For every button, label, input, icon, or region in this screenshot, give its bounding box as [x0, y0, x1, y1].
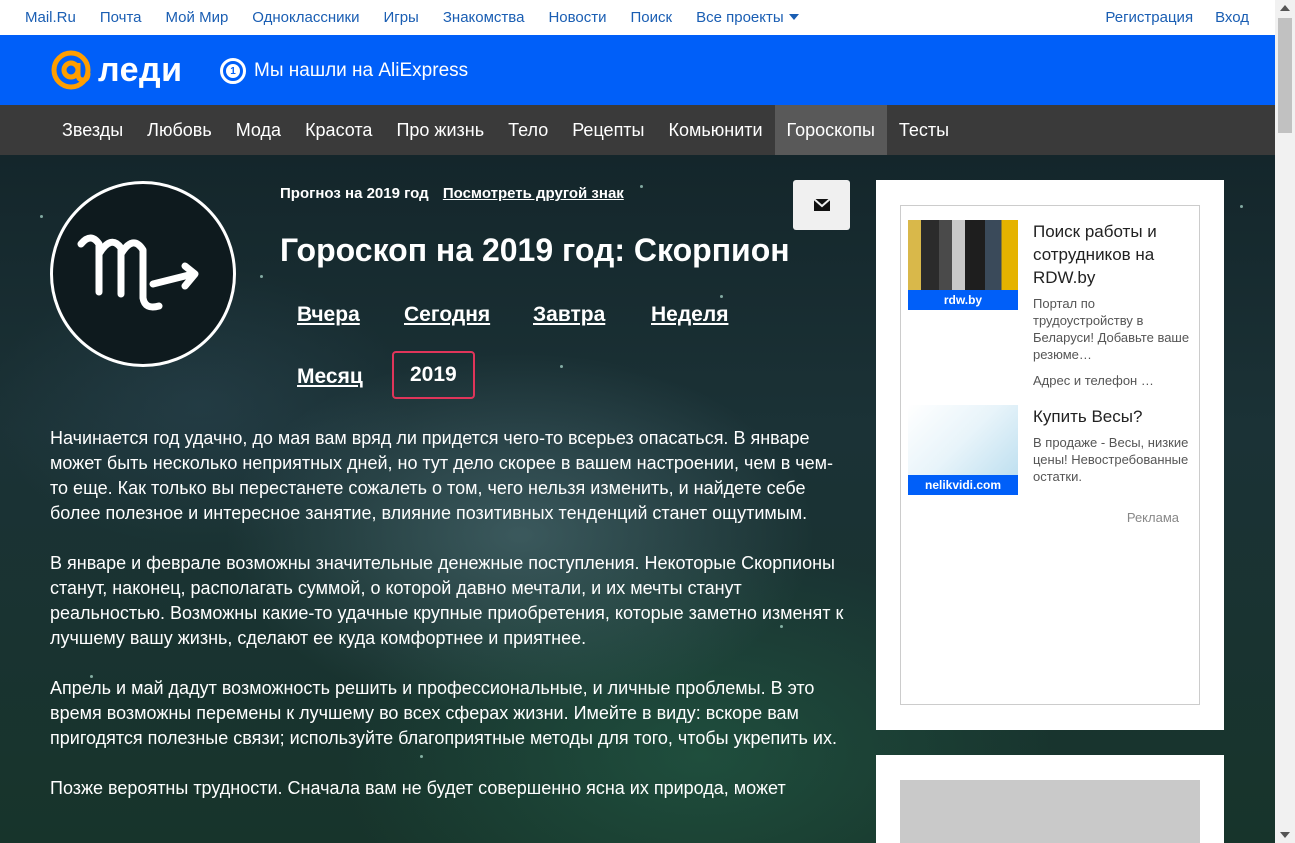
ad-placeholder — [900, 780, 1200, 843]
scrollbar-thumb[interactable] — [1278, 18, 1292, 133]
nav-item-body[interactable]: Тело — [496, 105, 560, 155]
ad-box: rdw.by Поиск работы и сотрудников на RDW… — [876, 180, 1224, 730]
nav-item-community[interactable]: Комьюнити — [657, 105, 775, 155]
nav-item-stars[interactable]: Звезды — [50, 105, 135, 155]
logo-text: леди — [98, 50, 183, 89]
ad-image[interactable]: rdw.by — [908, 220, 1018, 310]
portal-link-ok[interactable]: Одноклассники — [252, 9, 359, 26]
period-year-selected[interactable]: 2019 — [392, 351, 475, 399]
share-mail-button[interactable] — [793, 180, 850, 230]
nav-item-beauty[interactable]: Красота — [293, 105, 384, 155]
page-scrollbar[interactable] — [1275, 0, 1295, 843]
ad-label: Реклама — [1126, 510, 1179, 525]
nav-item-love[interactable]: Любовь — [135, 105, 224, 155]
ad-container: rdw.by Поиск работы и сотрудников на RDW… — [900, 205, 1200, 705]
portal-link-myworld[interactable]: Мой Мир — [166, 9, 229, 26]
portal-link-dating[interactable]: Знакомства — [443, 9, 525, 26]
scroll-down-icon[interactable] — [1280, 832, 1290, 838]
scorpio-sign-icon — [50, 181, 236, 367]
portal-links: Mail.Ru Почта Мой Мир Одноклассники Игры… — [25, 9, 823, 26]
scroll-up-icon[interactable] — [1280, 5, 1290, 11]
aliexpress-promo[interactable]: 1 Мы нашли на AliExpress — [220, 58, 468, 84]
login-link[interactable]: Вход — [1215, 9, 1249, 26]
ad-photo-scales — [908, 405, 1018, 475]
portal-link-search[interactable]: Поиск — [631, 9, 673, 26]
section-nav: Звезды Любовь Мода Красота Про жизнь Тел… — [0, 105, 1275, 155]
page-title: Гороскоп на 2019 год: Скорпион — [280, 232, 790, 268]
ad-caption: rdw.by — [908, 290, 1018, 310]
promo-badge-icon: 1 — [220, 58, 246, 84]
nav-item-horoscopes[interactable]: Гороскопы — [774, 105, 887, 155]
portal-link-mailru[interactable]: Mail.Ru — [25, 9, 76, 26]
other-sign-link[interactable]: Посмотреть другой знак — [443, 185, 624, 202]
portal-link-news[interactable]: Новости — [548, 9, 606, 26]
portal-link-mail[interactable]: Почта — [100, 9, 142, 26]
ad-caption: nelikvidi.com — [908, 475, 1018, 495]
period-tomorrow[interactable]: Завтра — [533, 303, 605, 327]
portal-topbar: Mail.Ru Почта Мой Мир Одноклассники Игры… — [0, 0, 1275, 35]
paragraph: Начинается год удачно, до мая вам вряд л… — [50, 428, 834, 523]
paragraph: Позже вероятны трудности. Сначала вам не… — [50, 778, 786, 798]
promo-text: Мы нашли на AliExpress — [254, 60, 469, 81]
period-today[interactable]: Сегодня — [404, 303, 490, 327]
paragraph: В январе и феврале возможны значительные… — [50, 553, 844, 648]
forecast-line: Прогноз на 2019 год Посмотреть другой зн… — [280, 185, 624, 202]
site-header: леди 1 Мы нашли на AliExpress — [0, 35, 1275, 105]
nav-item-fashion[interactable]: Мода — [224, 105, 293, 155]
portal-link-games[interactable]: Игры — [383, 9, 418, 26]
ad-title[interactable]: Поиск работы и сотрудников на RDW.by — [1033, 220, 1193, 289]
ad-title[interactable]: Купить Весы? — [1033, 405, 1193, 428]
at-logo-icon — [50, 49, 92, 91]
period-week[interactable]: Неделя — [651, 303, 728, 327]
register-link[interactable]: Регистрация — [1105, 9, 1193, 26]
nav-item-recipes[interactable]: Рецепты — [560, 105, 656, 155]
horoscope-text: Начинается год удачно, до мая вам вряд л… — [50, 426, 850, 826]
paragraph: Апрель и май дадут возможность решить и … — [50, 678, 837, 748]
portal-link-all-projects[interactable]: Все проекты — [696, 9, 799, 26]
ad-box-secondary — [876, 755, 1224, 843]
forecast-label: Прогноз на 2019 год — [280, 185, 429, 202]
ad-photo-people — [908, 220, 1018, 290]
ad-contact-link[interactable]: Адрес и телефон … — [1033, 373, 1193, 388]
site-logo[interactable]: леди — [50, 49, 183, 91]
ad-description: В продаже - Весы, низкие цены! Невостреб… — [1033, 435, 1189, 484]
nav-item-life[interactable]: Про жизнь — [384, 105, 496, 155]
nav-item-tests[interactable]: Тесты — [887, 105, 961, 155]
period-month[interactable]: Месяц — [297, 365, 363, 389]
envelope-icon — [812, 198, 831, 211]
ad-description: Портал по трудоустройству в Беларуси! До… — [1033, 296, 1190, 362]
period-yesterday[interactable]: Вчера — [297, 303, 360, 327]
ad-image[interactable]: nelikvidi.com — [908, 405, 1018, 495]
